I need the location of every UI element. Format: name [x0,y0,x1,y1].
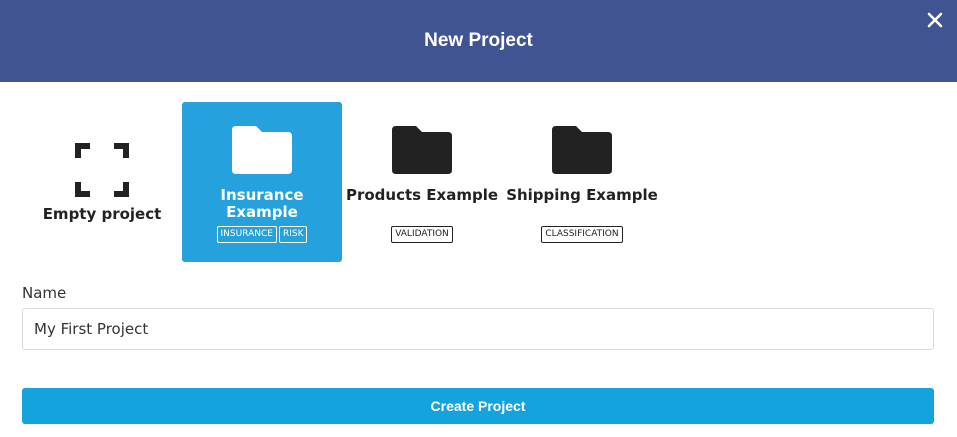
template-insurance-example[interactable]: Insurance Example INSURANCE RISK [182,102,342,262]
tag-badge: RISK [278,226,308,243]
folder-icon [392,126,452,174]
tag-badge: CLASSIFICATION [541,226,623,243]
name-label: Name [22,284,67,302]
tag-badge: INSURANCE [216,226,277,243]
close-icon[interactable] [925,10,945,30]
template-label: Insurance Example [220,186,304,221]
create-project-button[interactable]: Create Project [22,388,934,424]
template-tags: CLASSIFICATION [502,226,662,243]
template-tags: INSURANCE RISK [182,226,342,243]
template-empty-project[interactable]: Empty project [22,102,182,262]
template-tags: VALIDATION [342,226,502,243]
folder-icon [232,126,292,174]
template-label: Empty project [42,205,162,223]
folder-icon [552,126,612,174]
empty-project-icon [75,143,129,197]
dialog-title: New Project [424,30,533,51]
project-name-input[interactable] [22,308,934,350]
template-products-example[interactable]: Products Example VALIDATION [342,102,502,262]
dialog-header: New Project [0,0,957,82]
template-list: Empty project Insurance Example INSURANC… [22,102,662,262]
template-label: Shipping Example [506,186,658,204]
template-label: Products Example [345,186,499,204]
tag-badge: VALIDATION [391,226,453,243]
template-shipping-example[interactable]: Shipping Example CLASSIFICATION [502,102,662,262]
